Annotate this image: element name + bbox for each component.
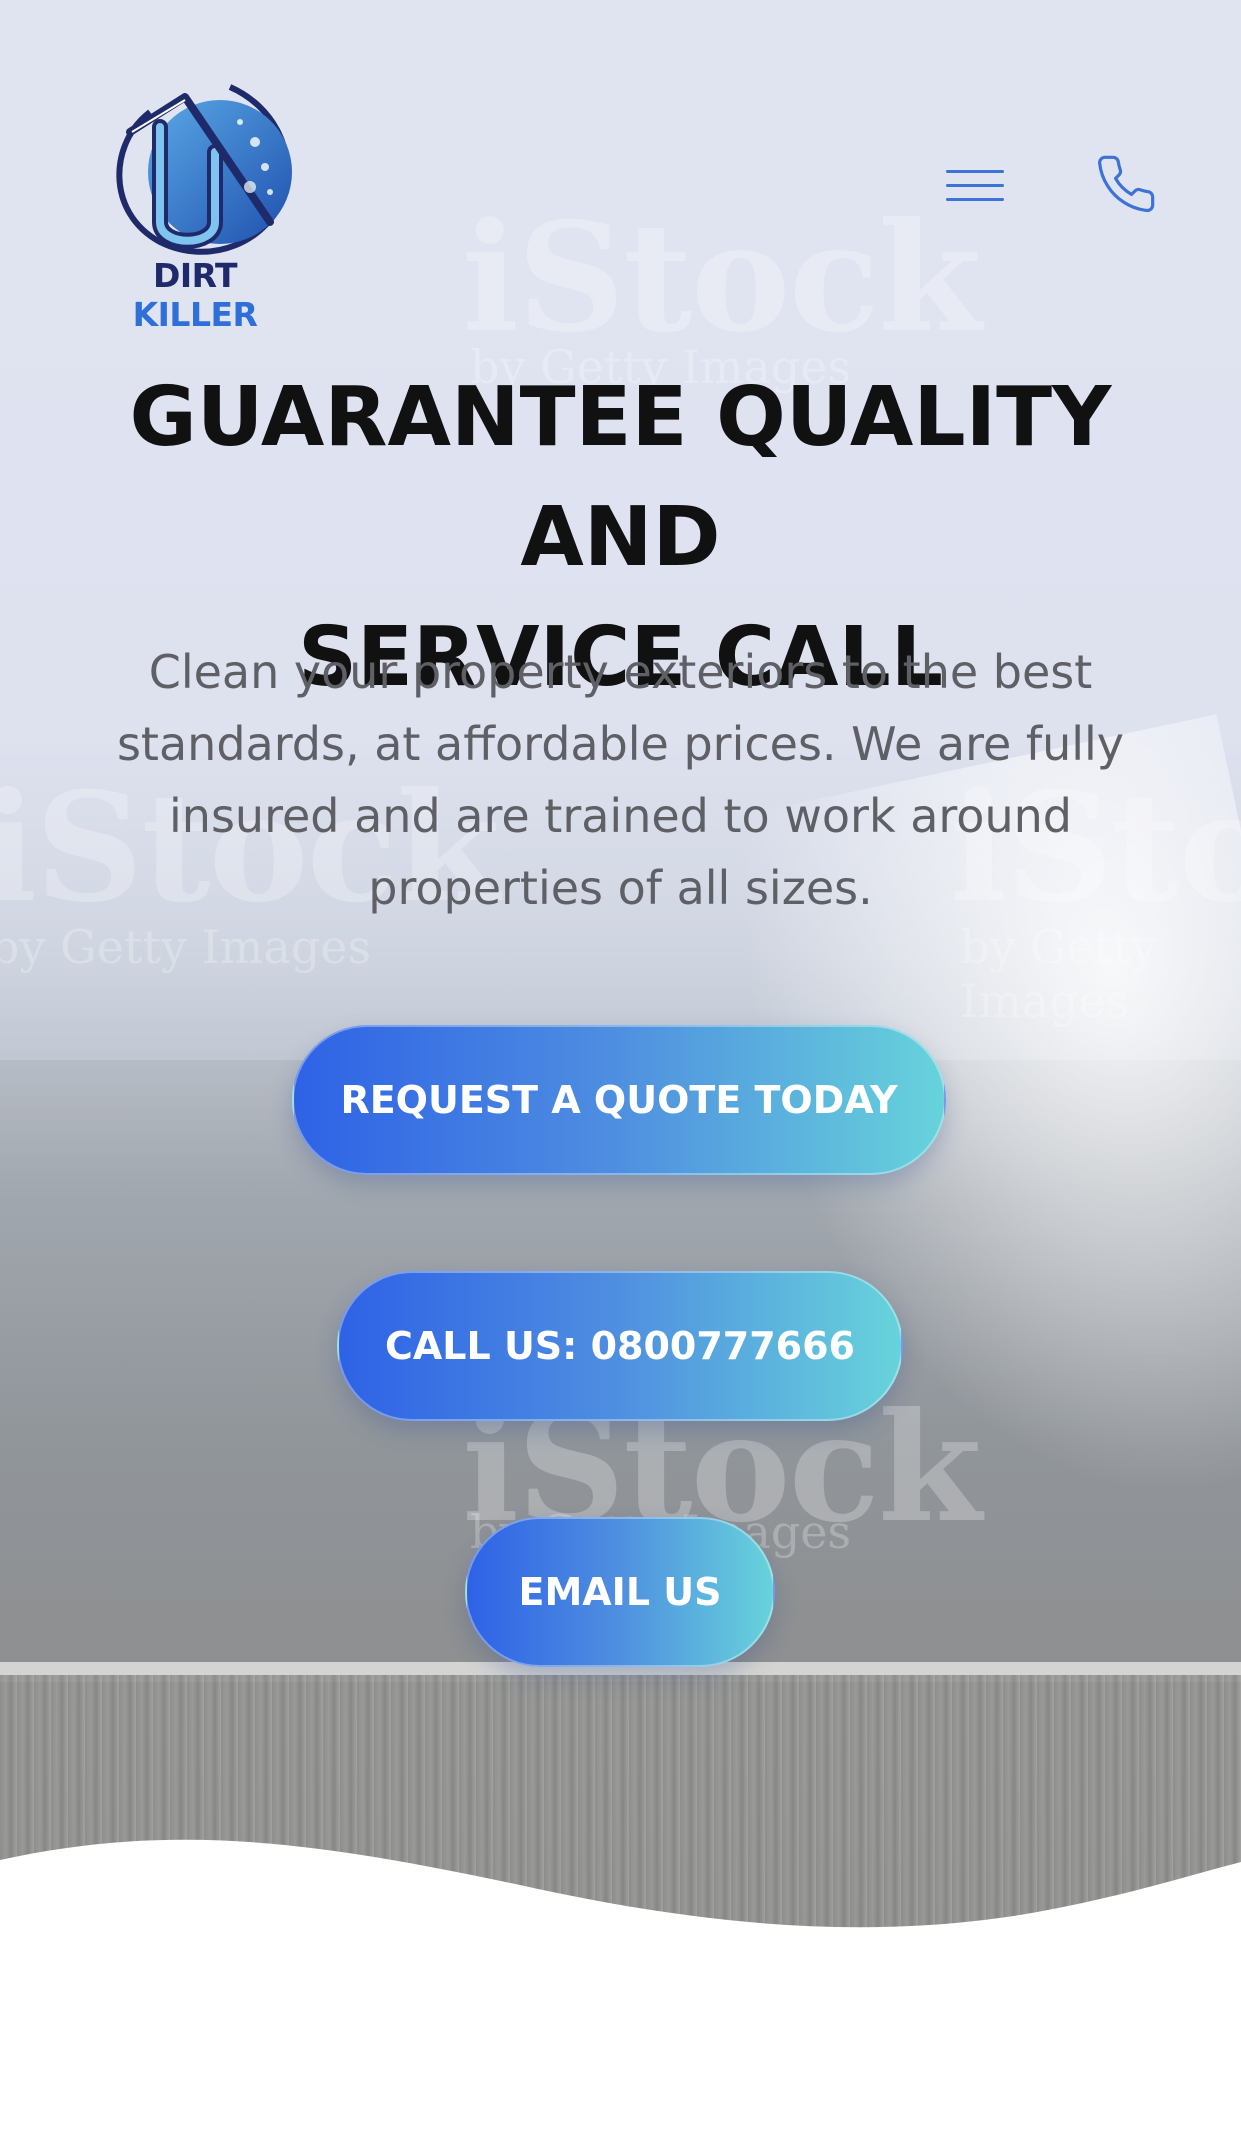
phone-icon[interactable]	[1094, 152, 1158, 216]
call-us-button[interactable]: CALL US: 0800777666	[337, 1271, 903, 1421]
watermark-subtext: by Getty Images	[960, 920, 1157, 1028]
dirt-killer-logo[interactable]: DIRT KILLER	[90, 72, 300, 334]
pressure-washer-logo-icon	[116, 84, 292, 255]
hamburger-menu-icon[interactable]	[946, 168, 1006, 204]
logo-word-killer: KILLER	[132, 295, 258, 334]
watermark-subtext: by Getty Images	[0, 920, 372, 974]
hero-subtitle: Clean your property exteriors to the bes…	[116, 645, 1125, 915]
logo-wordmark: DIRT KILLER	[90, 256, 300, 334]
wave-divider	[0, 1839, 1241, 2145]
headline-line-1: GUARANTEE QUALITY AND	[129, 370, 1112, 585]
email-us-button[interactable]: EMAIL US	[465, 1517, 775, 1667]
request-quote-button[interactable]: REQUEST A QUOTE TODAY	[292, 1025, 946, 1175]
logo-word-dirt: DIRT	[152, 256, 238, 295]
